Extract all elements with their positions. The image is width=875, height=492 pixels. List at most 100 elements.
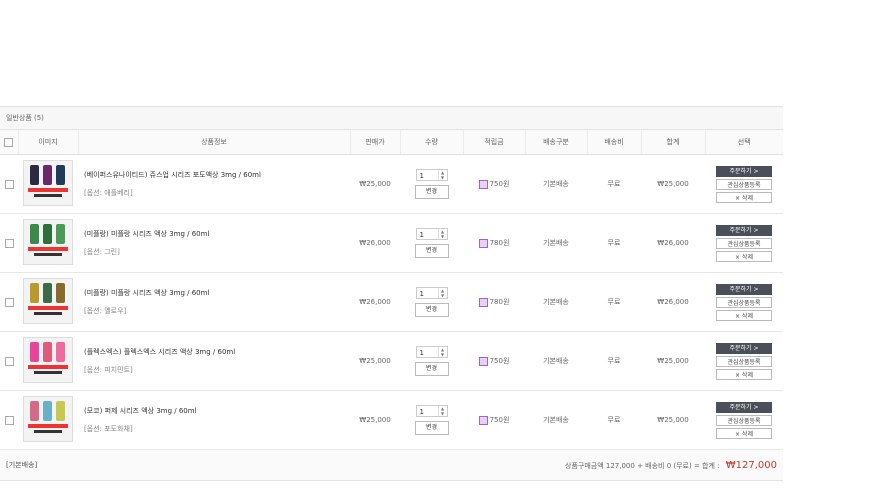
delete-button[interactable]: × 삭제 [716, 191, 772, 203]
shipping-type: 기본배송 [525, 213, 587, 273]
order-button[interactable]: 주문하기 > [716, 283, 772, 295]
row-total: ₩25,000 [641, 331, 705, 391]
product-thumbnail[interactable] [23, 337, 73, 383]
wishlist-button[interactable]: 관심상품등록 [716, 237, 772, 249]
product-thumbnail[interactable] [23, 160, 73, 206]
delete-button[interactable]: × 삭제 [716, 309, 772, 321]
quantity-stepper[interactable]: 1 ▲ ▼ [415, 346, 448, 358]
order-button[interactable]: 주문하기 > [716, 401, 772, 413]
product-option: [옵션: 피치민트] [84, 366, 133, 374]
delete-button[interactable]: × 삭제 [716, 368, 772, 380]
reward-icon [478, 356, 488, 366]
row-actions: 주문하기 > 관심상품등록 × 삭제 [706, 283, 782, 321]
order-button[interactable]: 주문하기 > [716, 342, 772, 354]
reward-icon [478, 415, 488, 425]
delete-button[interactable]: × 삭제 [716, 427, 772, 439]
shipping-type: 기본배송 [525, 390, 587, 450]
quantity-stepper[interactable]: 1 ▲ ▼ [415, 169, 448, 181]
row-actions: 주문하기 > 관심상품등록 × 삭제 [706, 401, 782, 439]
wishlist-button[interactable]: 관심상품등록 [716, 296, 772, 308]
wishlist-button[interactable]: 관심상품등록 [716, 355, 772, 367]
product-name[interactable]: (베이퍼스유나이티드) 쥬스업 시리즈 포도액상 3mg / 60ml [84, 170, 349, 180]
stepper-arrows-icon[interactable]: ▲ ▼ [437, 170, 447, 180]
product-option: [옵션: 애플베리] [84, 189, 133, 197]
quantity-stepper[interactable]: 1 ▲ ▼ [415, 405, 448, 417]
row-actions: 주문하기 > 관심상품등록 × 삭제 [706, 224, 782, 262]
table-row: (미플랑) 미플랑 시리즈 액상 3mg / 60ml [옵션: 그린] ₩26… [0, 213, 783, 273]
col-product-info: 상품정보 [77, 130, 350, 155]
order-button[interactable]: 주문하기 > [716, 224, 772, 236]
shipping-fee: 무료 [587, 154, 641, 214]
stepper-arrows-icon[interactable]: ▲ ▼ [437, 347, 447, 357]
unit-price: ₩26,000 [350, 213, 400, 273]
quantity-value: 1 [419, 408, 424, 416]
stepper-arrows-icon[interactable]: ▲ ▼ [437, 406, 447, 416]
row-checkbox[interactable] [4, 238, 14, 248]
row-checkbox[interactable] [4, 179, 14, 189]
unit-price: ₩25,000 [350, 390, 400, 450]
quantity-value: 1 [419, 172, 424, 180]
grand-total: ₩127,000 [725, 459, 777, 471]
table-row: (베이퍼스유나이티드) 쥬스업 시리즈 포도액상 3mg / 60ml [옵션:… [0, 154, 783, 214]
change-qty-button[interactable]: 변경 [414, 244, 449, 258]
select-all-cell [0, 130, 18, 155]
product-name[interactable]: (플렉스엑스) 플렉스엑스 시리즈 액상 3mg / 60ml [84, 347, 349, 357]
change-qty-button[interactable]: 변경 [414, 421, 449, 435]
table-row: (미플랑) 미플랑 시리즈 액상 3mg / 60ml [옵션: 옐로우] ₩2… [0, 272, 783, 332]
shipping-fee: 무료 [587, 213, 641, 273]
cart-table: 이미지 상품정보 판매가 수량 적립금 배송구분 배송비 합계 선택 (베이퍼스… [0, 130, 783, 450]
row-checkbox[interactable] [4, 356, 14, 366]
reward-icon [478, 238, 488, 248]
select-all-checkbox[interactable] [4, 137, 14, 147]
row-actions: 주문하기 > 관심상품등록 × 삭제 [706, 165, 782, 203]
stepper-arrows-icon[interactable]: ▲ ▼ [437, 288, 447, 298]
change-qty-button[interactable]: 변경 [414, 362, 449, 376]
shipping-type: 기본배송 [525, 331, 587, 391]
cart-footer: [기본배송] 상품구매금액 127,000 + 배송비 0 (무료) = 합계 … [0, 450, 783, 481]
reward-amount: 780원 [489, 298, 510, 306]
reward-icon [478, 179, 488, 189]
col-image: 이미지 [17, 130, 78, 155]
stepper-arrows-icon[interactable]: ▲ ▼ [437, 229, 447, 239]
product-name[interactable]: (모코) 퍼제 시리즈 액상 3mg / 60ml [84, 406, 349, 416]
shipping-fee: 무료 [587, 272, 641, 332]
reward-amount: 750원 [489, 357, 510, 365]
row-checkbox[interactable] [4, 297, 14, 307]
unit-price: ₩25,000 [350, 331, 400, 391]
col-ship-type: 배송구분 [524, 130, 587, 155]
wishlist-button[interactable]: 관심상품등록 [716, 178, 772, 190]
col-qty: 수량 [399, 130, 463, 155]
unit-price: ₩25,000 [350, 154, 400, 214]
quantity-value: 1 [419, 349, 424, 357]
quantity-value: 1 [419, 290, 424, 298]
section-title: 일반상품 (5) [0, 106, 783, 130]
table-header: 이미지 상품정보 판매가 수량 적립금 배송구분 배송비 합계 선택 [0, 130, 783, 155]
shipping-type: 기본배송 [525, 272, 587, 332]
product-option: [옵션: 포도화채] [84, 425, 133, 433]
product-thumbnail[interactable] [23, 219, 73, 265]
product-name[interactable]: (미플랑) 미플랑 시리즈 액상 3mg / 60ml [84, 288, 349, 298]
reward-icon [478, 297, 488, 307]
quantity-value: 1 [419, 231, 424, 239]
product-thumbnail[interactable] [23, 396, 73, 442]
change-qty-button[interactable]: 변경 [414, 303, 449, 317]
table-row: (플렉스엑스) 플렉스엑스 시리즈 액상 3mg / 60ml [옵션: 피치민… [0, 331, 783, 391]
change-qty-button[interactable]: 변경 [414, 185, 449, 199]
reward-amount: 750원 [489, 416, 510, 424]
row-checkbox[interactable] [4, 415, 14, 425]
wishlist-button[interactable]: 관심상품등록 [716, 414, 772, 426]
quantity-stepper[interactable]: 1 ▲ ▼ [415, 287, 448, 299]
product-thumbnail[interactable] [23, 278, 73, 324]
col-select: 선택 [704, 130, 783, 155]
reward-amount: 780원 [489, 239, 510, 247]
product-option: [옵션: 옐로우] [84, 307, 127, 315]
order-button[interactable]: 주문하기 > [716, 165, 772, 177]
shipping-type: 기본배송 [525, 154, 587, 214]
unit-price: ₩26,000 [350, 272, 400, 332]
reward-amount: 750원 [489, 180, 510, 188]
quantity-stepper[interactable]: 1 ▲ ▼ [415, 228, 448, 240]
row-total: ₩26,000 [641, 213, 705, 273]
product-name[interactable]: (미플랑) 미플랑 시리즈 액상 3mg / 60ml [84, 229, 349, 239]
col-ship-fee: 배송비 [586, 130, 641, 155]
delete-button[interactable]: × 삭제 [716, 250, 772, 262]
